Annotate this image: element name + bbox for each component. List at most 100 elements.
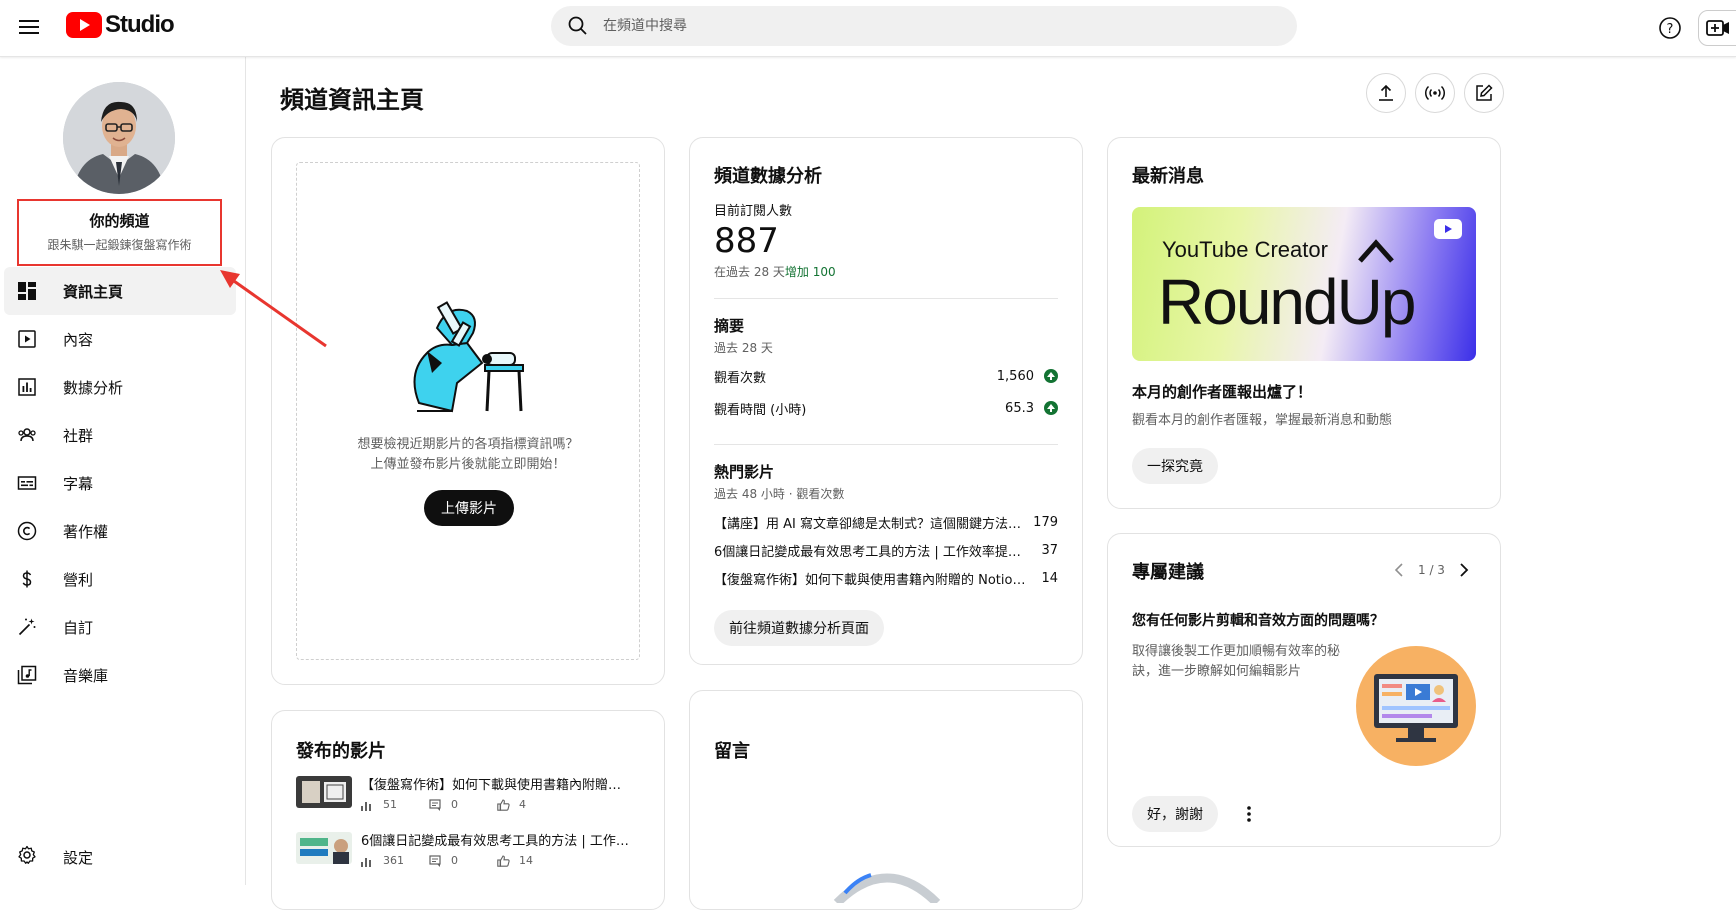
chevron-left-icon[interactable] — [1390, 560, 1410, 580]
sidebar-item-dashboard[interactable]: 資訊主頁 — [4, 267, 236, 315]
learn-more-button[interactable]: 一探究竟 — [1132, 448, 1218, 484]
sidebar-item-monetization[interactable]: 營利 — [0, 555, 246, 603]
comment-icon — [429, 854, 443, 867]
upload-illustration — [413, 301, 524, 413]
trend-up-icon — [1044, 401, 1058, 415]
top-video-row[interactable]: 【復盤寫作術】如何下載與使用書籍內附贈的 Notion 模板 14 — [714, 564, 1058, 592]
trend-up-icon — [1044, 369, 1058, 383]
views-stat-row[interactable]: 觀看次數 1,560 — [714, 360, 1058, 392]
go-live-button[interactable] — [1415, 73, 1455, 113]
news-title: 最新消息 — [1132, 166, 1204, 187]
upload-video-button[interactable]: 上傳影片 — [424, 490, 514, 526]
recommendations-pager: 1 / 3 — [1390, 560, 1473, 580]
published-video-title[interactable]: 6個讓日記變成最有效思考工具的方法 | 工作效率提升指南 — [361, 830, 633, 849]
sidebar-item-community[interactable]: 社群 — [0, 411, 246, 459]
views-value: 1,560 — [996, 368, 1034, 384]
video-likes: 4 — [519, 798, 526, 811]
views-bar-icon — [361, 855, 375, 867]
top-video-views: 179 — [1033, 514, 1058, 530]
top-videos-period: 過去 48 小時 · 觀看次數 — [714, 487, 845, 501]
top-video-row[interactable]: 【講座】用 AI 寫文章卻總是太制式？這個關鍵方法，讓你寫出有溫度的文章 179 — [714, 508, 1058, 536]
sidebar-item-audio-library[interactable]: 音樂庫 — [0, 651, 246, 699]
top-video-title: 【復盤寫作術】如何下載與使用書籍內附贈的 Notion 模板 — [714, 572, 1032, 588]
search-icon — [568, 16, 587, 35]
recommendation-description: 取得讓後製工作更加順暢有效率的秘訣，進一步瞭解如何編輯影片 — [1132, 644, 1341, 679]
views-bar-icon — [361, 799, 375, 811]
recommendations-title: 專屬建議 — [1132, 562, 1204, 583]
published-title: 發布的影片 — [296, 741, 386, 762]
go-to-analytics-button[interactable]: 前往頻道數據分析頁面 — [714, 610, 884, 646]
sidebar-item-analytics[interactable]: 數據分析 — [0, 363, 246, 411]
channel-info-highlight: 你的頻道 跟朱騏一起鍛鍊復盤寫作術 — [17, 199, 222, 266]
thumbs-up-icon — [497, 798, 511, 811]
sidebar-item-label: 著作權 — [63, 522, 109, 541]
watch-time-stat-row[interactable]: 觀看時間 (小時) 65.3 — [714, 392, 1058, 424]
top-video-views: 14 — [1041, 570, 1058, 586]
top-video-title: 6個讓日記變成最有效思考工具的方法 | 工作效率提升指南 — [714, 544, 1032, 560]
create-button[interactable] — [1698, 10, 1736, 46]
comments-title: 留言 — [714, 741, 750, 762]
help-icon[interactable]: ? — [1655, 13, 1685, 43]
published-video-title[interactable]: 【復盤寫作術】如何下載與使用書籍內附贈的 Notion 模板 — [361, 774, 633, 793]
subscribers-label: 目前訂閱人數 — [714, 204, 793, 219]
sidebar-item-label: 內容 — [63, 330, 94, 349]
more-options-icon[interactable] — [1239, 802, 1259, 826]
sidebar-item-label: 數據分析 — [63, 378, 124, 397]
subscribers-change: 在過去 28 天增加 100 — [714, 263, 1058, 280]
top-bar: Studio ? — [0, 0, 1736, 57]
views-label: 觀看次數 — [714, 370, 767, 386]
studio-logo[interactable]: Studio — [66, 11, 175, 38]
settings-label: 設定 — [63, 848, 94, 867]
subscribers-count: 887 — [714, 221, 779, 261]
published-videos-card: 發布的影片 【復盤寫作術】如何下載與使用書籍內附贈的 Notion 模板 51 … — [271, 710, 665, 910]
watch-time-value: 65.3 — [1005, 400, 1034, 416]
video-editing-illustration — [1356, 646, 1476, 766]
published-video-row[interactable]: 【復盤寫作術】如何下載與使用書籍內附贈的 Notion 模板 51 0 4 — [296, 774, 633, 811]
top-videos-title: 熱門影片 — [714, 463, 775, 481]
comments-illustration — [833, 873, 941, 903]
analytics-title: 頻道數據分析 — [714, 166, 822, 187]
page-title: 頻道資訊主頁 — [280, 86, 424, 114]
channel-title[interactable]: 你的頻道 — [19, 210, 220, 231]
creator-roundup-banner[interactable]: YouTube Creator RoundUp — [1132, 207, 1476, 361]
banner-subtitle: YouTube Creator — [1162, 237, 1328, 262]
content-icon — [17, 329, 37, 349]
recommendations-card: 專屬建議 1 / 3 您有任何影片剪輯和音效方面的問題嗎？ 取得讓後製工作更加順… — [1107, 533, 1501, 847]
edit-icon — [1476, 84, 1493, 101]
top-video-row[interactable]: 6個讓日記變成最有效思考工具的方法 | 工作效率提升指南 37 — [714, 536, 1058, 564]
subscribers-change-value: 增加 100 — [784, 265, 836, 279]
sidebar-item-customization[interactable]: 自訂 — [0, 603, 246, 651]
news-headline[interactable]: 本月的創作者匯報出爐了！ — [1132, 381, 1312, 402]
published-video-row[interactable]: 6個讓日記變成最有效思考工具的方法 | 工作效率提升指南 361 0 14 — [296, 830, 633, 867]
sidebar-item-settings[interactable]: 設定 — [0, 835, 246, 879]
youtube-play-icon — [1434, 219, 1462, 239]
pager-label: 1 / 3 — [1418, 563, 1445, 577]
community-icon — [17, 425, 37, 445]
sidebar-item-label: 自訂 — [63, 618, 94, 637]
sidebar-item-copyright[interactable]: 著作權 — [0, 507, 246, 555]
search-bar[interactable] — [551, 6, 1297, 46]
channel-avatar[interactable] — [63, 82, 175, 194]
watch-time-label: 觀看時間 (小時) — [714, 402, 807, 418]
top-video-title: 【講座】用 AI 寫文章卻總是太制式？這個關鍵方法，讓你寫出有溫度的文章 — [714, 516, 1032, 532]
upload-icon — [1379, 84, 1393, 101]
upload-dropzone[interactable]: 想要檢視近期影片的各項指標資訊嗎？ 上傳並發布影片後就能立即開始！ 上傳影片 — [296, 162, 640, 660]
create-post-button[interactable] — [1464, 73, 1504, 113]
chevron-right-icon[interactable] — [1453, 560, 1473, 580]
menu-icon[interactable] — [14, 12, 44, 42]
channel-analytics-card: 頻道數據分析 目前訂閱人數 887 在過去 28 天增加 100 摘要 過去 2… — [689, 137, 1083, 665]
create-video-icon — [1706, 20, 1729, 36]
video-comments: 0 — [451, 854, 458, 867]
sidebar-item-label: 營利 — [63, 570, 94, 589]
upload-button[interactable] — [1366, 73, 1406, 113]
sidebar-item-label: 音樂庫 — [63, 666, 109, 685]
search-input[interactable] — [603, 18, 1203, 34]
dismiss-button[interactable]: 好，謝謝 — [1132, 796, 1218, 832]
top-video-views: 37 — [1041, 542, 1058, 558]
sidebar-item-subtitles[interactable]: 字幕 — [0, 459, 246, 507]
upload-prompt-line2: 上傳並發布影片後就能立即開始！ — [370, 457, 566, 472]
magic-wand-icon — [17, 617, 37, 637]
sidebar-item-label: 字幕 — [63, 474, 94, 493]
upload-card: 想要檢視近期影片的各項指標資訊嗎？ 上傳並發布影片後就能立即開始！ 上傳影片 — [271, 137, 665, 685]
up-arrow-icon — [1358, 239, 1394, 263]
